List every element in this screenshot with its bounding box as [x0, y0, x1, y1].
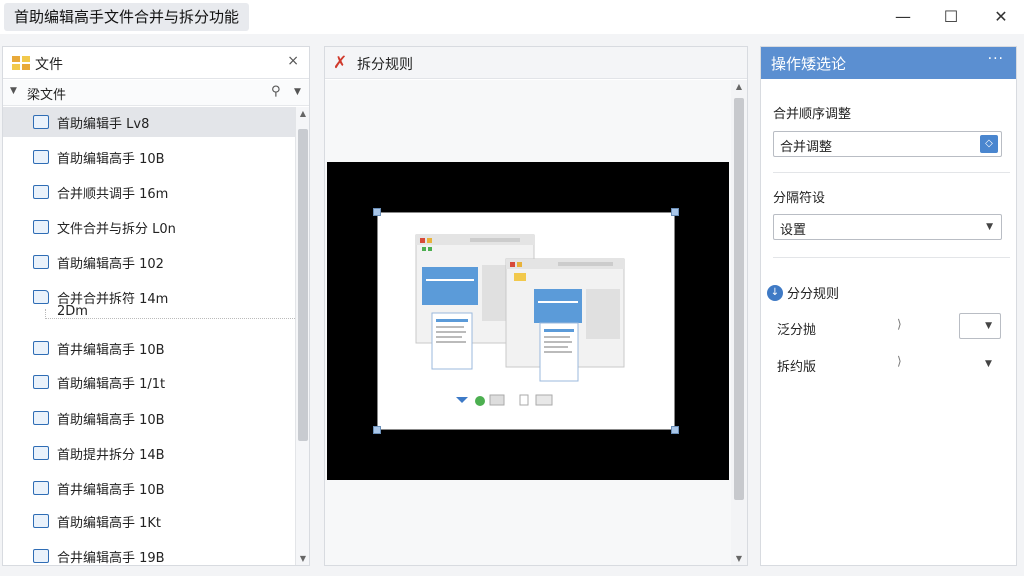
file-list-scrollbar[interactable]: ▲ ▼ [295, 107, 309, 565]
file-icon [33, 375, 49, 389]
settings-panel-header: 操作矮选论 ··· [761, 47, 1016, 79]
list-item[interactable]: 首助编辑高手 1/1t [3, 367, 295, 397]
file-name: 首助编辑高手 1/1t [57, 377, 166, 392]
file-name: 文件合并与拆分 L0n [57, 222, 176, 237]
list-icon [33, 185, 49, 199]
chevron-icon[interactable]: ◇ [980, 135, 998, 153]
file-icon [33, 446, 49, 460]
file-name: 首助编辑高手 10B [57, 413, 165, 428]
list-item[interactable]: 首助编辑高手 102 [3, 247, 295, 277]
list-item[interactable]: 合井编辑高手 19B [3, 541, 295, 565]
split-rule-row-label: 拆约版 [777, 360, 817, 375]
settings-panel-title: 操作矮选论 [771, 55, 847, 73]
resize-handle-bottom-right[interactable] [671, 426, 679, 434]
resize-handle-top-left[interactable] [373, 208, 381, 216]
chevron-down-icon[interactable]: ▼ [10, 86, 17, 96]
file-name: 首井编辑高手 10B [57, 483, 165, 498]
chevron-down-icon[interactable]: ▼ [294, 87, 301, 97]
split-icon: ✗ [333, 53, 348, 73]
preview-panel-title: 拆分规则 [357, 57, 413, 73]
separator-value: 设置 [780, 223, 807, 238]
file-panel-title: 文件 [35, 57, 63, 73]
list-item[interactable]: 首井编辑高手 10B [3, 473, 295, 503]
chevron-down-icon[interactable]: ▼ [985, 321, 992, 331]
list-item[interactable]: 首助编辑手 Lv8 [3, 107, 295, 137]
scrollbar-thumb[interactable] [298, 129, 308, 441]
resize-handle-bottom-left[interactable] [373, 426, 381, 434]
separator-label: 分隔符设 [773, 191, 826, 206]
minimize-button[interactable]: — [880, 0, 926, 32]
preview-panel: ✗ 拆分规则 ▲ ▼ [324, 46, 748, 566]
scrollbar-thumb[interactable] [734, 98, 744, 500]
file-panel: 文件 × ▼ 梁文件 ⚲ ▼ 首助编辑手 Lv8 首助编辑高手 10B 合并顺共… [2, 46, 310, 566]
split-rule-row-mark: ⟩ [897, 354, 902, 368]
chevron-down-icon[interactable]: ▼ [985, 359, 992, 369]
scroll-down-icon[interactable]: ▼ [731, 554, 747, 563]
file-panel-header: 文件 × [3, 47, 309, 79]
preview-panel-header: ✗ 拆分规则 [325, 47, 747, 79]
tree-connector [45, 309, 295, 319]
file-icon [33, 514, 49, 528]
pin-icon[interactable]: ⚲ [271, 84, 281, 99]
list-item[interactable]: 首井编辑高手 10B [3, 333, 295, 363]
split-rule-select[interactable]: ▼ [959, 313, 1001, 339]
file-panel-close-button[interactable]: × [287, 53, 299, 69]
file-icon [33, 150, 49, 164]
merge-order-label: 合并顺序调整 [773, 107, 852, 122]
settings-panel: 操作矮选论 ··· 合并顺序调整 合并调整 ◇ 分隔符设 设置 ▼ ↓ 分分规则… [760, 46, 1017, 566]
split-rules-label: 分分规则 [787, 287, 840, 302]
file-group-header[interactable]: ▼ 梁文件 ⚲ ▼ [3, 80, 309, 106]
file-icon [33, 549, 49, 563]
file-list: 首助编辑手 Lv8 首助编辑高手 10B 合并顺共调手 16m 文件合并与拆分 … [3, 107, 295, 565]
file-name: 首助编辑手 Lv8 [57, 117, 150, 132]
chevron-down-icon[interactable]: ▼ [986, 222, 993, 232]
window-title: 首助编辑高手文件合并与拆分功能 [4, 3, 250, 31]
resize-handle-top-right[interactable] [671, 208, 679, 216]
list-item[interactable]: 首助提井拆分 14B [3, 438, 295, 468]
file-name: 首助编辑高手 102 [57, 257, 164, 272]
maximize-button[interactable]: ☐ [928, 0, 974, 32]
list-item[interactable]: 首助编辑高手 10B [3, 403, 295, 433]
split-rule-row-label: 泛分抛 [777, 323, 817, 338]
file-name: 合井编辑高手 19B [57, 551, 165, 565]
preview-scrollbar[interactable]: ▲ ▼ [731, 80, 747, 565]
list-item[interactable]: 合并合并拆符 14m 2Dm [3, 282, 295, 326]
file-icon [33, 115, 49, 129]
file-name: 首助编辑高手 1Kt [57, 516, 162, 531]
merge-order-value: 合并调整 [780, 140, 833, 155]
file-icon [33, 255, 49, 269]
preview-page[interactable] [377, 212, 675, 430]
close-button[interactable]: ✕ [978, 0, 1024, 32]
file-icon [33, 341, 49, 355]
list-item[interactable]: 首助编辑高手 1Kt [3, 506, 295, 536]
file-icon [33, 411, 49, 425]
folder-icon [33, 290, 49, 304]
list-item[interactable]: 文件合并与拆分 L0n [3, 212, 295, 242]
preview-canvas[interactable] [325, 80, 731, 565]
scroll-up-icon[interactable]: ▲ [296, 109, 310, 118]
file-name: 首井编辑高手 10B [57, 343, 165, 358]
split-rule-row-mark: ⟩ [897, 317, 902, 331]
file-group-label: 梁文件 [27, 88, 67, 103]
file-name: 首助提井拆分 14B [57, 448, 165, 463]
more-options-icon[interactable]: ··· [988, 51, 1004, 67]
separator-select[interactable]: 设置 ▼ [773, 214, 1002, 240]
divider [773, 172, 1010, 173]
files-icon [12, 56, 30, 70]
title-bar: 首助编辑高手文件合并与拆分功能 — ☐ ✕ [0, 0, 1024, 34]
list-item[interactable]: 合并顺共调手 16m [3, 177, 295, 207]
info-icon: ↓ [767, 285, 783, 301]
merge-order-select[interactable]: 合并调整 ◇ [773, 131, 1002, 157]
scroll-down-icon[interactable]: ▼ [296, 554, 310, 563]
preview-thumbnail [415, 234, 625, 406]
divider [773, 257, 1010, 258]
file-name: 合并顺共调手 16m [57, 187, 169, 202]
scroll-up-icon[interactable]: ▲ [731, 82, 747, 91]
list-item[interactable]: 首助编辑高手 10B [3, 142, 295, 172]
file-name: 首助编辑高手 10B [57, 152, 165, 167]
file-icon [33, 481, 49, 495]
comment-icon [33, 220, 49, 234]
